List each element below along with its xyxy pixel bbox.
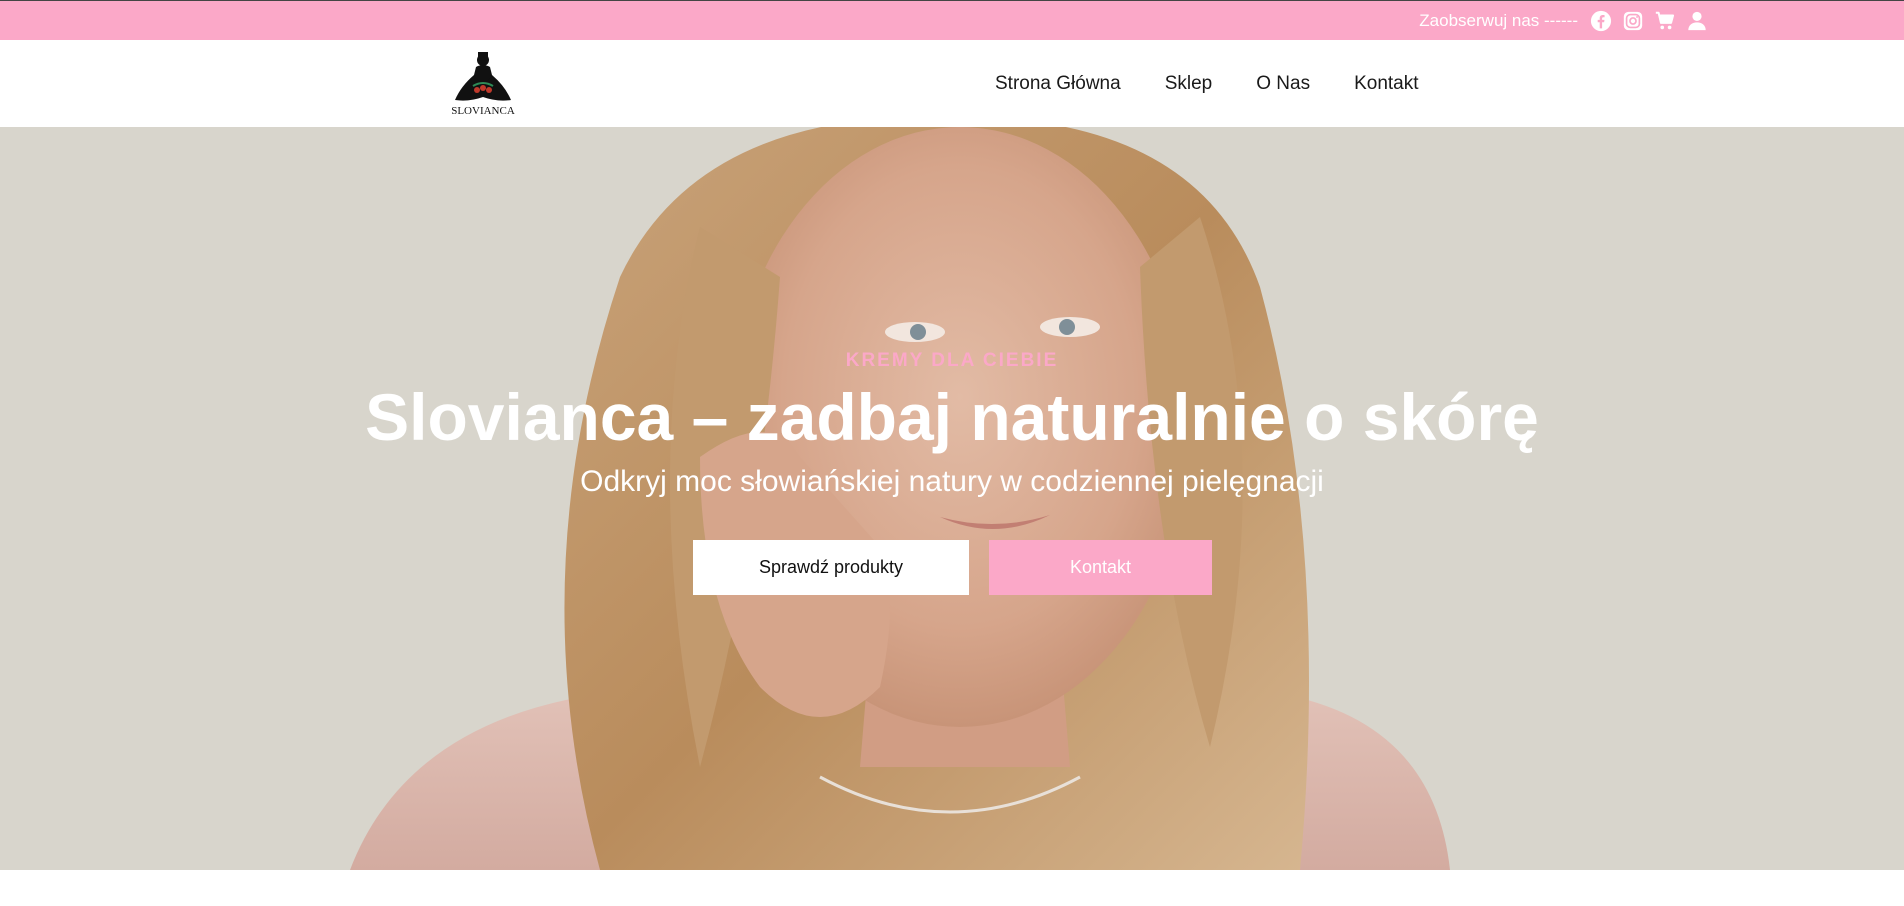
- follow-us-label: Zaobserwuj nas ------: [1419, 11, 1578, 30]
- main-header: SLOVIANCA Strona Główna Sklep O Nas Kont…: [0, 40, 1904, 127]
- user-icon[interactable]: [1686, 10, 1708, 32]
- nav-item-contact[interactable]: Kontakt: [1354, 73, 1418, 95]
- nav-item-about[interactable]: O Nas: [1256, 73, 1310, 95]
- main-navigation: Strona Główna Sklep O Nas Kontakt: [995, 40, 1419, 127]
- hero-section: KREMY DLA CIEBIE Slovianca – zadbaj natu…: [0, 127, 1904, 870]
- contact-button[interactable]: Kontakt: [989, 540, 1212, 595]
- nav-item-shop[interactable]: Sklep: [1165, 73, 1213, 95]
- hero-eyebrow: KREMY DLA CIEBIE: [845, 350, 1059, 371]
- logo-wordmark: SLOVIANCA: [451, 105, 515, 117]
- check-products-button[interactable]: Sprawdź produkty: [693, 540, 969, 595]
- next-section: [0, 870, 1904, 906]
- slovianca-logo[interactable]: SLOVIANCA: [451, 50, 515, 118]
- instagram-icon[interactable]: [1622, 10, 1644, 32]
- cart-icon[interactable]: [1654, 10, 1676, 32]
- hero-content: KREMY DLA CIEBIE Slovianca – zadbaj natu…: [0, 127, 1904, 870]
- social-links: Zaobserwuj nas ------: [1419, 1, 1708, 41]
- hero-title: Slovianca – zadbaj naturalnie o skórę: [365, 380, 1539, 454]
- nav-item-home[interactable]: Strona Główna: [995, 73, 1121, 95]
- facebook-icon[interactable]: [1590, 10, 1612, 32]
- top-bar: Zaobserwuj nas ------: [0, 0, 1904, 40]
- hero-subtitle: Odkryj moc słowiańskiej natury w codzien…: [580, 465, 1324, 498]
